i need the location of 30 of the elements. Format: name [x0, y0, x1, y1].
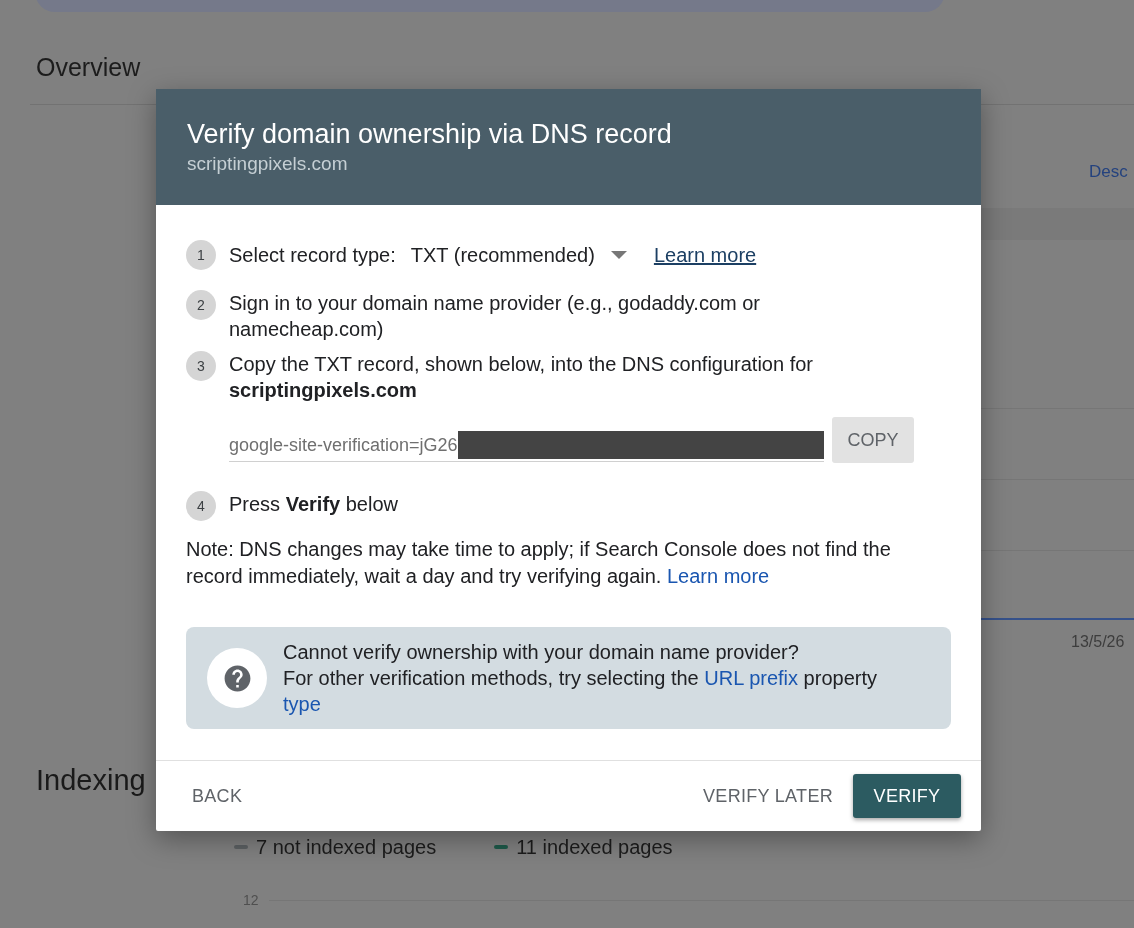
verify-button[interactable]: VERIFY: [853, 774, 961, 818]
record-field[interactable]: google-site-verification=jG26: [229, 417, 824, 462]
info-title: Cannot verify ownership with your domain name provider?: [283, 640, 799, 665]
step-text: Press Verify below: [229, 492, 398, 517]
help-icon: [207, 648, 267, 708]
step-text: Copy the TXT record, shown below, into the DNS configuration for scriptingpixels.com: [229, 352, 814, 403]
date-label: 13/5/26: [1071, 632, 1125, 652]
learn-more-link[interactable]: Learn more: [653, 242, 757, 268]
step-number: 3: [186, 351, 216, 381]
learn-more-link[interactable]: Learn more: [666, 565, 770, 587]
step-label: Select record type:: [229, 243, 396, 268]
section-heading: Indexing: [36, 763, 146, 797]
inline-link[interactable]: URL prefix: [704, 667, 799, 689]
caret-icon: [610, 251, 627, 259]
text-button[interactable]: VERIFY LATER: [687, 774, 849, 818]
legend-label: 11 indexed pages: [516, 835, 673, 859]
legend-label: 7 not indexed pages: [256, 835, 437, 859]
info-text: For other verification methods, try selecting the URL prefix property type: [283, 666, 878, 717]
dialog-subtitle: scriptingpixels.com: [187, 152, 348, 176]
dialog-title: Verify domain ownership via DNS record: [187, 118, 672, 150]
note-text: Note: DNS changes may take time to apply; if Search Console does not find the record immediately, wait a day and try verifying again. Learn more: [186, 537, 892, 589]
step-number: 4: [186, 491, 216, 521]
step-text: Sign in to your domain name provider (e.g., godaddy.com or namecheap.com): [229, 291, 762, 342]
step-number: 2: [186, 290, 216, 320]
text-button[interactable]: BACK: [176, 774, 259, 818]
inline-link[interactable]: type: [283, 693, 321, 715]
record-type-dropdown[interactable]: TXT (recommended): [410, 242, 627, 268]
step-number: 1: [186, 240, 216, 270]
copy-button[interactable]: COPY: [832, 417, 914, 463]
section-heading: Overview: [36, 52, 141, 82]
